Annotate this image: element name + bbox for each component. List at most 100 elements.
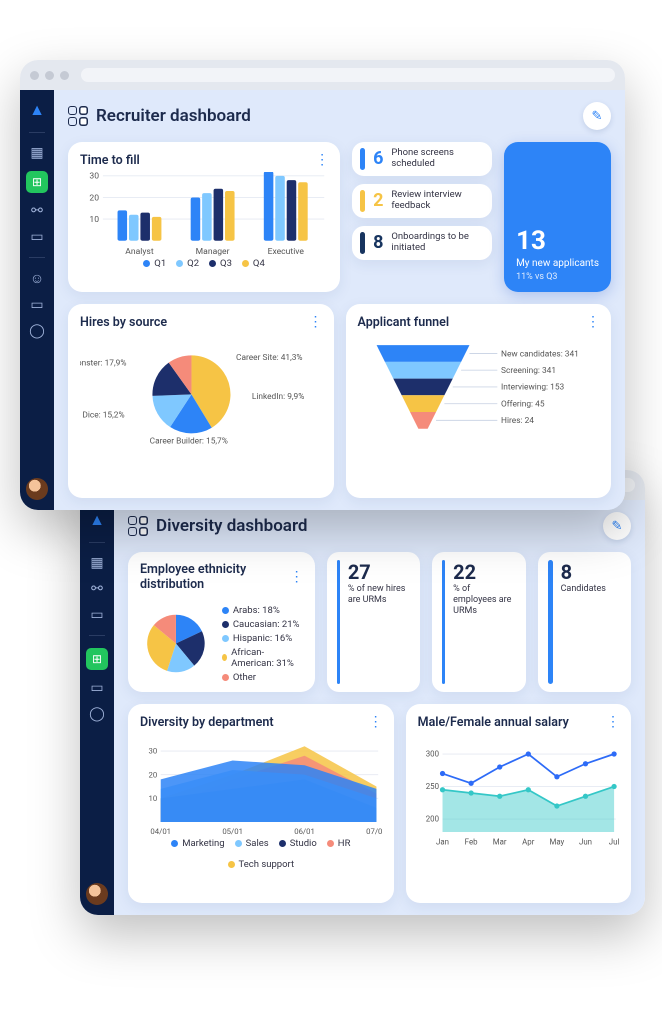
svg-text:Jan: Jan	[436, 837, 449, 846]
recruiter-window: ▲ ▦ ⊞ ⚯ ▭ ☺ ▭ ◯ Recruiter dashboard ✎ Ti…	[20, 60, 625, 510]
svg-text:Monster: 17,9%: Monster: 17,9%	[80, 359, 126, 369]
edit-button[interactable]: ✎	[603, 512, 631, 540]
diversity-by-dept-card: Diversity by department ⋮ 10203004/0105/…	[128, 704, 394, 903]
url-bar[interactable]	[81, 68, 615, 82]
user-icon[interactable]: ☺	[30, 270, 44, 287]
stat-label: Candidates	[561, 584, 606, 595]
traffic-dot[interactable]	[30, 71, 39, 80]
stat-number: 27	[348, 560, 410, 584]
stat-label: Phone screens scheduled	[391, 148, 484, 170]
avatar[interactable]	[26, 478, 48, 500]
check-icon[interactable]: ◯	[89, 706, 105, 722]
svg-text:LinkedIn: 9,9%: LinkedIn: 9,9%	[252, 392, 305, 402]
time-to-fill-card: Time to fill ⋮ 102030AnalystManagerExecu…	[68, 142, 340, 292]
dashboard-icon[interactable]: ▦	[90, 555, 103, 571]
logo-icon: ▲	[29, 100, 45, 120]
mf-salary-chart: 200250300JanFebMarAprMayJunJul	[418, 734, 619, 848]
grid-icon	[128, 516, 148, 536]
card-title: Time to fill	[80, 153, 140, 168]
svg-text:Hires: 24: Hires: 24	[501, 416, 534, 426]
svg-text:May: May	[549, 837, 564, 846]
users-icon[interactable]: ⚯	[91, 581, 103, 597]
accent-bar	[548, 560, 553, 684]
separator	[29, 257, 45, 258]
briefcase-icon[interactable]: ▭	[90, 607, 103, 623]
accent-bar	[360, 148, 365, 170]
sidebar-active-icon[interactable]: ⊞	[26, 171, 48, 193]
svg-text:Analyst: Analyst	[125, 247, 154, 257]
card-menu-button[interactable]: ⋮	[369, 714, 382, 730]
big-stat-number: 13	[516, 226, 599, 256]
stat-label: % of employees are URMs	[453, 584, 515, 616]
check-icon[interactable]: ◯	[29, 323, 45, 339]
traffic-dot[interactable]	[45, 71, 54, 80]
users-icon[interactable]: ⚯	[31, 203, 43, 219]
separator	[89, 635, 105, 636]
stat-tile-employees-urm[interactable]: 22 % of employees are URMs	[432, 552, 525, 692]
card-title: Hires by source	[80, 315, 167, 330]
header: Diversity dashboard ✎	[128, 512, 631, 540]
stat-tile-new-hires-urm[interactable]: 27 % of new hires are URMs	[327, 552, 420, 692]
sidebar-active-icon[interactable]: ⊞	[86, 648, 108, 670]
card-title: Diversity by department	[140, 715, 274, 730]
stat-number: 6	[373, 148, 383, 169]
stat-tile-candidates[interactable]: 8 Candidates	[538, 552, 631, 692]
svg-text:Jun: Jun	[579, 837, 592, 846]
edit-button[interactable]: ✎	[583, 102, 611, 130]
browser-chrome	[20, 60, 625, 90]
traffic-dot[interactable]	[60, 71, 69, 80]
calendar-icon[interactable]: ▭	[90, 680, 103, 696]
svg-text:300: 300	[425, 750, 438, 759]
svg-text:Manager: Manager	[196, 247, 230, 257]
chart-legend: Q1Q2Q3Q4	[80, 258, 328, 269]
big-stat-card[interactable]: 13 My new applicants 11% vs Q3	[504, 142, 611, 292]
stat-number: 2	[373, 190, 383, 211]
sidebar: ▲ ▦ ⊞ ⚯ ▭ ☺ ▭ ◯	[20, 90, 54, 510]
svg-text:Offering: 45: Offering: 45	[501, 399, 545, 409]
hires-by-source-card: Hires by source ⋮ Career Site: 41,3% Mons…	[68, 304, 334, 498]
applicant-funnel-card: Applicant funnel ⋮ New candidates: 341Sc…	[346, 304, 612, 498]
folder-icon[interactable]: ▭	[30, 297, 43, 313]
card-menu-button[interactable]: ⋮	[309, 314, 322, 330]
svg-text:Mar: Mar	[492, 837, 506, 846]
card-menu-button[interactable]: ⋮	[290, 569, 303, 585]
ethnicity-card: Employee ethnicity distribution ⋮ Arabs:…	[128, 552, 315, 692]
sidebar: ▲ ▦ ⚯ ▭ ⊞ ▭ ◯	[80, 500, 114, 915]
stat-row[interactable]: 2Review interview feedback	[352, 184, 492, 218]
card-menu-button[interactable]: ⋮	[606, 714, 619, 730]
stats-column: 6 Phone screens scheduled 2Review intervie…	[352, 142, 492, 292]
svg-text:30: 30	[89, 172, 99, 182]
svg-text:Career Site: 41,3%: Career Site: 41,3%	[236, 353, 303, 363]
svg-text:Interviewing: 153: Interviewing: 153	[501, 383, 564, 393]
svg-text:04/01: 04/01	[150, 827, 171, 836]
accent-bar	[360, 232, 365, 254]
svg-text:06/01: 06/01	[294, 827, 315, 836]
svg-text:Feb: Feb	[464, 837, 477, 846]
page-title: Recruiter dashboard	[96, 106, 251, 126]
ethnicity-chart	[140, 596, 212, 691]
avatar[interactable]	[86, 883, 108, 905]
applicant-funnel-chart: New candidates: 341Screening: 341Intervi…	[358, 334, 600, 445]
svg-text:20: 20	[89, 193, 99, 203]
card-menu-button[interactable]: ⋮	[315, 152, 328, 168]
grid-icon	[68, 106, 88, 126]
svg-text:30: 30	[149, 747, 158, 756]
stat-row[interactable]: 6 Phone screens scheduled	[352, 142, 492, 176]
svg-text:10: 10	[89, 215, 99, 225]
stat-row[interactable]: 8Onboardings to be initiated	[352, 226, 492, 260]
svg-text:10: 10	[149, 794, 158, 803]
page-title: Diversity dashboard	[156, 516, 307, 536]
logo-icon: ▲	[89, 510, 105, 530]
header: Recruiter dashboard ✎	[68, 102, 611, 130]
card-menu-button[interactable]: ⋮	[586, 314, 599, 330]
stat-number: 22	[453, 560, 515, 584]
stat-number: 8	[373, 232, 383, 253]
dashboard-icon[interactable]: ▦	[30, 145, 43, 161]
diversity-by-dept-chart: 10203004/0105/0106/0107/01	[140, 734, 382, 838]
briefcase-icon[interactable]: ▭	[30, 229, 43, 245]
accent-bar	[442, 560, 445, 684]
stat-label: % of new hires are URMs	[348, 584, 410, 606]
svg-text:Jul: Jul	[608, 837, 619, 846]
big-stat-label: My new applicants	[516, 258, 599, 270]
svg-text:Career Builder: 15,7%: Career Builder: 15,7%	[150, 437, 228, 447]
